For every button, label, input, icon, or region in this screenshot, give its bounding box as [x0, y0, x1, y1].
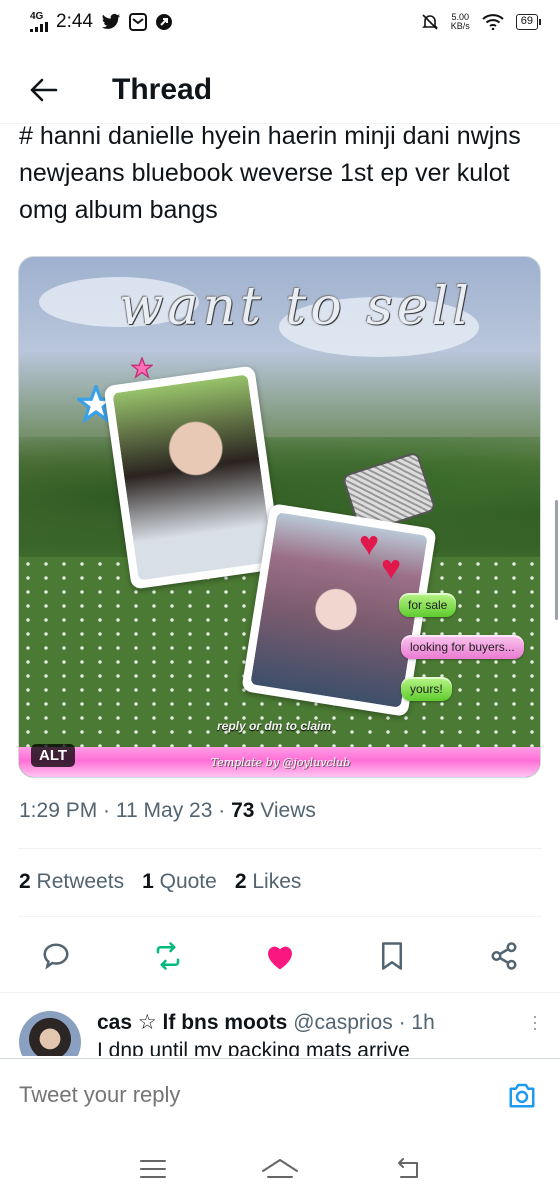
tag-yours: yours! [401, 677, 452, 701]
likes-stat[interactable]: 2 Likes [235, 870, 302, 894]
back-nav-button[interactable] [385, 1147, 429, 1191]
tweet-date: 11 May 23 [115, 799, 213, 822]
menu-icon [140, 1160, 167, 1178]
bookmark-button[interactable] [372, 936, 412, 976]
likes-label: Likes [252, 870, 302, 893]
status-bar: 4G 2:44 5.00 KB/s 69 [0, 0, 560, 44]
credit-bar: Template by @joyluvclub [19, 747, 540, 777]
camera-icon [509, 1083, 535, 1107]
camera-button[interactable] [500, 1073, 544, 1117]
network-speed: 5.00 KB/s [451, 13, 470, 31]
claim-text: reply or dm to claim [217, 719, 332, 733]
tag-for-sale: for sale [399, 593, 457, 617]
page-title: Thread [112, 72, 213, 106]
quotes-label: Quote [159, 870, 217, 893]
recents-button[interactable] [131, 1147, 175, 1191]
photocard-1 [103, 365, 283, 590]
more-icon[interactable]: · · · [532, 1007, 538, 1037]
return-icon [397, 1158, 418, 1178]
home-icon [261, 1159, 298, 1178]
reply-author-name[interactable]: cas ☆ lf bns moots [97, 1011, 287, 1034]
tweet-time: 1:29 PM [19, 799, 98, 822]
tag-looking-for-buyers: looking for buyers... [401, 635, 524, 659]
comment-icon [43, 943, 69, 970]
reply-header: cas ☆ lf bns moots @casprios · 1h [97, 1010, 435, 1035]
reply-author-handle: @casprios [293, 1011, 393, 1034]
network-type: 4G [30, 11, 44, 22]
tweet-image[interactable]: want to sell ♥ ♥ for sale looking for bu… [18, 256, 541, 778]
reply-text: I dnp until my packing mats arrive [97, 1039, 410, 1056]
wifi-icon [482, 14, 504, 30]
tweet-text: # hanni danielle hyein haerin minji dani… [19, 122, 521, 224]
clock: 2:44 [56, 11, 93, 32]
battery-icon: 69 [515, 14, 542, 30]
back-button[interactable] [14, 60, 74, 120]
scrollbar[interactable] [555, 500, 558, 620]
like-button[interactable] [260, 936, 300, 976]
battery-level: 69 [520, 15, 533, 27]
heart-sticker: ♥ [359, 525, 380, 563]
retweets-label: Retweets [36, 870, 125, 893]
retweets-count: 2 [19, 870, 31, 893]
arrow-left-icon [30, 78, 58, 101]
retweets-stat[interactable]: 2 Retweets [19, 870, 124, 894]
template-credit: Template by @joyluvclub [210, 755, 351, 769]
views-label: Views [260, 799, 316, 822]
gallery-icon [128, 13, 147, 31]
home-button[interactable] [258, 1147, 302, 1191]
bookmark-icon [382, 942, 402, 970]
image-headline: want to sell [119, 277, 473, 337]
quotes-count: 1 [142, 870, 154, 893]
reply-dot: · [398, 1011, 406, 1034]
tweet-actions [18, 932, 542, 980]
divider [18, 916, 542, 917]
heart-icon [268, 946, 292, 970]
reply-input[interactable] [19, 1081, 500, 1108]
system-nav-bar [0, 1138, 560, 1200]
heart-sticker: ♥ [381, 549, 402, 587]
mute-icon [421, 13, 439, 31]
divider [18, 848, 542, 849]
notification-icon [155, 13, 173, 31]
reply-tweet[interactable]: cas ☆ lf bns moots @casprios · 1h · · · I … [0, 992, 560, 1056]
status-left: 4G 2:44 [30, 11, 173, 33]
reply-button[interactable] [36, 936, 76, 976]
tweet-stats: 2 Retweets 1 Quote 2 Likes [19, 870, 301, 894]
retweet-icon [156, 942, 180, 970]
star-icon [131, 357, 153, 379]
share-icon [491, 942, 517, 970]
status-right: 5.00 KB/s 69 [421, 13, 542, 31]
avatar[interactable] [19, 1011, 81, 1056]
reply-composer [0, 1058, 560, 1130]
share-button[interactable] [484, 936, 524, 976]
signal-icon: 4G [30, 12, 48, 32]
app-header: Thread [0, 56, 560, 124]
twitter-icon [101, 13, 121, 31]
reply-time: 1h [411, 1011, 435, 1034]
views-count: 73 [231, 799, 255, 822]
retweet-button[interactable] [148, 936, 188, 976]
likes-count: 2 [234, 870, 247, 893]
tweet-meta: 1:29 PM · 11 May 23 · 73 Views [19, 799, 316, 822]
speed-unit: KB/s [450, 21, 470, 31]
alt-badge[interactable]: ALT [31, 744, 76, 767]
quotes-stat[interactable]: 1 Quote [142, 870, 217, 894]
